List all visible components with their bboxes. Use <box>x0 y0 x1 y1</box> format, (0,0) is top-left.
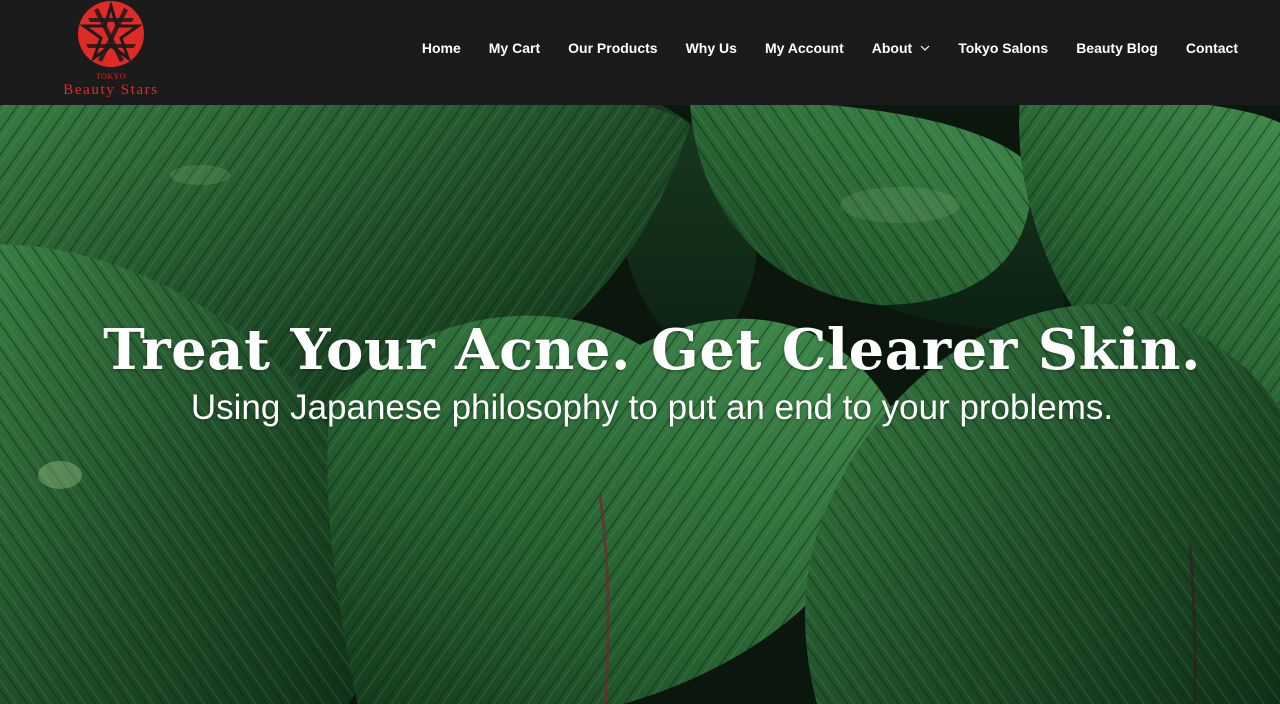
nav-tokyo-salons[interactable]: Tokyo Salons <box>944 40 1062 56</box>
nav-our-products[interactable]: Our Products <box>554 40 671 56</box>
nav-home[interactable]: Home <box>408 40 475 56</box>
nav-my-account[interactable]: My Account <box>751 40 858 56</box>
hero-title: Treat Your Acne. Get Clearer Skin. <box>103 317 1201 383</box>
nav-beauty-blog[interactable]: Beauty Blog <box>1062 40 1172 56</box>
nav-my-cart[interactable]: My Cart <box>475 40 554 56</box>
hero-section: Treat Your Acne. Get Clearer Skin. Using… <box>0 105 1280 704</box>
logo-brand-name: Beauty Stars <box>63 82 159 98</box>
logo-small-text: TOKYO <box>95 72 127 81</box>
chevron-down-icon[interactable] <box>920 45 930 51</box>
nav-contact[interactable]: Contact <box>1172 40 1252 56</box>
nav-about-label: About <box>871 40 913 56</box>
site-header: TOKYO Beauty Stars Home My Cart Our Prod… <box>0 0 1280 105</box>
nav-about[interactable]: About <box>858 40 944 56</box>
star-logo-icon <box>78 0 144 67</box>
site-logo[interactable]: TOKYO Beauty Stars <box>48 0 176 104</box>
nav-why-us[interactable]: Why Us <box>672 40 751 56</box>
main-navigation: Home My Cart Our Products Why Us My Acco… <box>408 0 1252 96</box>
hero-subtitle: Using Japanese philosophy to put an end … <box>190 388 1114 427</box>
